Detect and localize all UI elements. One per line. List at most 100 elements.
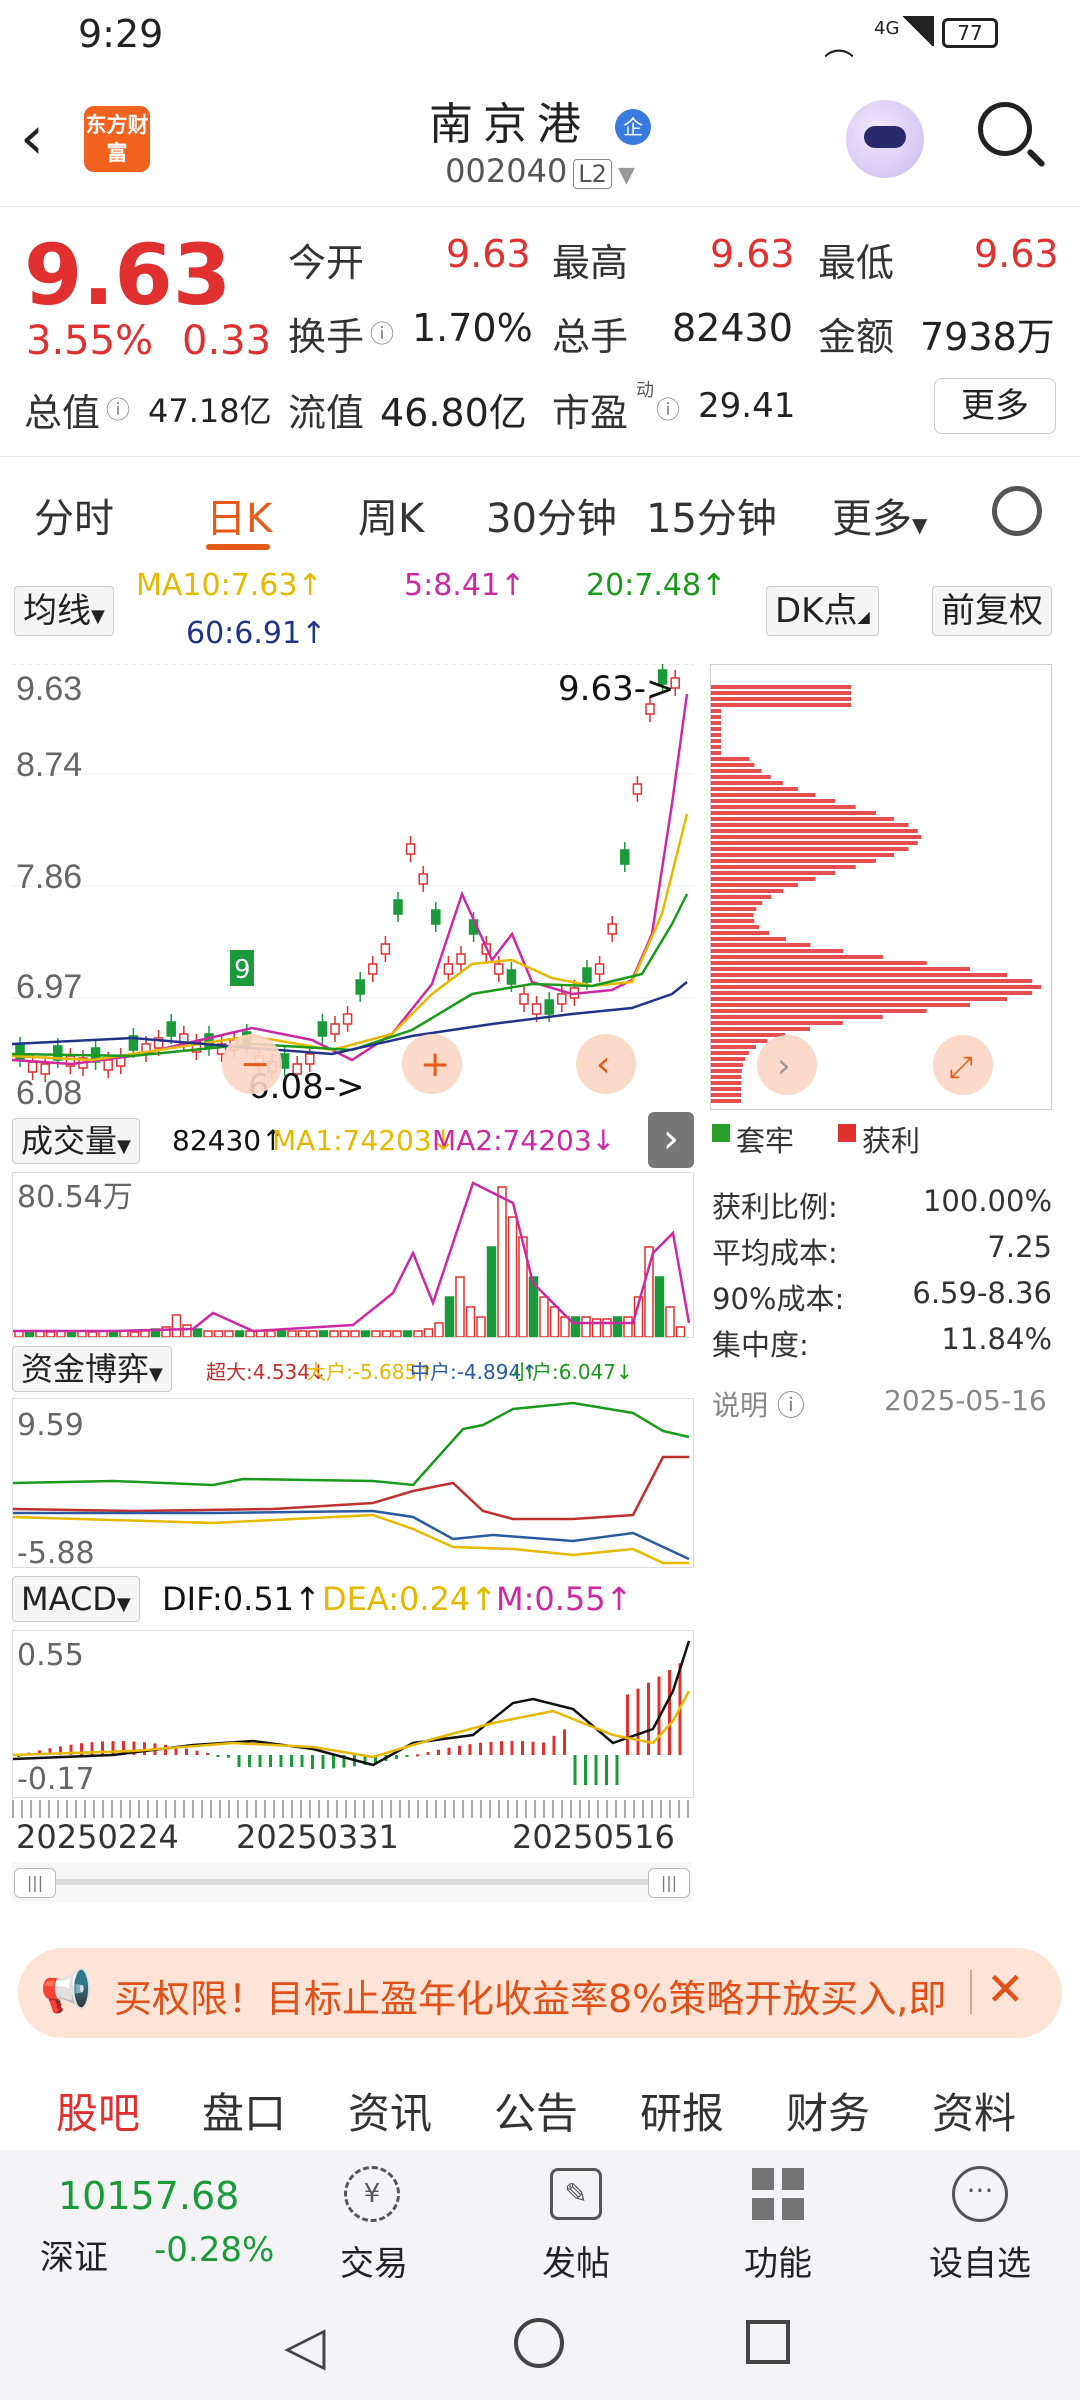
total-value-label: 总值 <box>24 391 101 435</box>
volume-ma2: MA2:74203↓ <box>432 1124 616 1157</box>
index-value: 10157.68 <box>58 2174 240 2218</box>
signal-label: 4G <box>874 18 900 39</box>
tab-orderbook[interactable]: 盘口 <box>202 2080 286 2141</box>
nav-home-icon[interactable] <box>514 2318 564 2368</box>
assistant-robot-icon[interactable] <box>846 100 924 178</box>
add-watchlist-button[interactable]: ··· 设自选 <box>920 2150 1040 2284</box>
ma-select[interactable]: 均线▼ <box>14 586 114 636</box>
macd-bar <box>279 1755 283 1767</box>
tab-15min[interactable]: 15分钟 <box>646 486 777 544</box>
tab-weekly-k[interactable]: 周K <box>358 486 424 544</box>
info-icon[interactable]: ⓘ <box>106 390 130 425</box>
gear-icon[interactable] <box>992 486 1042 536</box>
macd-bar <box>269 1755 272 1767</box>
chip-bar <box>711 853 895 857</box>
candle-body <box>317 1021 328 1037</box>
chip-bar <box>711 799 836 803</box>
nav-back-icon[interactable]: ◁ <box>284 2314 326 2377</box>
tab-profile[interactable]: 资料 <box>932 2080 1016 2141</box>
index-name: 深证 <box>40 2238 108 2278</box>
info-icon[interactable]: ⓘ <box>656 390 680 425</box>
volume-bar <box>654 1276 665 1338</box>
volume-bar <box>360 1330 371 1338</box>
range-scrollbar[interactable]: ||| ||| <box>12 1862 692 1902</box>
caret-down-icon: ▼ <box>149 1364 163 1385</box>
chip-distribution[interactable]: › ⤢ <box>710 664 1052 1110</box>
macd-bar <box>552 1735 556 1755</box>
kline-chart[interactable]: 9.63 8.74 7.86 6.97 6.08 9.63-> 6.08-> 9… <box>11 662 694 1112</box>
tab-forum[interactable]: 股吧 <box>56 2080 140 2141</box>
volume-bar <box>308 1330 318 1338</box>
chip-bar <box>711 943 811 947</box>
ma20-label: 20:7.48↑ <box>586 568 727 603</box>
chip-bar <box>711 1093 742 1097</box>
tab-finance[interactable]: 财务 <box>786 2080 870 2141</box>
volume-bar <box>276 1330 287 1338</box>
yen-icon: ¥ <box>344 2166 400 2222</box>
note-button[interactable]: 说明 ⓘ <box>712 1384 805 1424</box>
candle-body <box>27 1061 38 1073</box>
index-ticker[interactable]: 10157.68 深证 -0.28% <box>0 2150 300 2284</box>
ma5-label: 5:8.41↑ <box>404 568 526 603</box>
volume-bar <box>570 1316 581 1338</box>
more-button[interactable]: 更多 <box>934 378 1056 434</box>
dk-point-select[interactable]: DK点◢ <box>766 586 879 636</box>
tab-news[interactable]: 资讯 <box>348 2080 432 2141</box>
nav-recents-icon[interactable] <box>746 2320 790 2364</box>
chip-bar <box>711 721 721 725</box>
tab-research[interactable]: 研报 <box>640 2080 724 2141</box>
tab-more[interactable]: 更多▼ <box>832 486 927 544</box>
range-handle-left[interactable]: ||| <box>14 1868 56 1898</box>
tab-daily-k[interactable]: 日K <box>206 486 272 544</box>
chip-bar <box>711 817 895 821</box>
volume-chart[interactable]: 80.54万 <box>12 1172 694 1338</box>
search-icon[interactable] <box>978 102 1032 156</box>
volume-bar <box>192 1328 203 1338</box>
macd-chart[interactable]: 0.55 -0.17 <box>12 1630 694 1798</box>
volume-select-label: 成交量 <box>21 1122 118 1160</box>
chip-bar <box>711 775 771 779</box>
chip-bar <box>711 859 876 863</box>
candle-body <box>166 1021 176 1037</box>
macd-bar <box>321 1755 325 1769</box>
tab-30min[interactable]: 30分钟 <box>486 486 617 544</box>
candle-body <box>431 909 441 925</box>
volume-ma1: MA1:74203↓ <box>272 1124 456 1157</box>
promo-text: 买权限！目标止盈年化收益率8%策略开放买入,即 <box>114 1977 947 2021</box>
capital-select[interactable]: 资金博弈▼ <box>12 1346 172 1392</box>
function-button[interactable]: 功能 <box>718 2150 838 2284</box>
volume-select[interactable]: 成交量▼ <box>12 1118 140 1164</box>
candle-body <box>494 963 504 975</box>
stock-header: ‹ 东方财富 南京港 企 002040 L2 ▼ <box>0 72 1080 207</box>
tab-underline <box>206 544 270 550</box>
close-icon[interactable]: ✕ <box>986 1962 1025 2016</box>
macd-bar <box>636 1688 640 1755</box>
volume-bar <box>612 1316 623 1338</box>
trade-button[interactable]: ¥ 交易 <box>314 2150 434 2284</box>
total-value: 47.18亿 <box>148 392 272 430</box>
chip-bar <box>711 997 1008 1001</box>
info-icon[interactable]: ⓘ <box>370 314 394 349</box>
chip-bar <box>711 877 816 881</box>
candlesticks <box>15 662 680 1082</box>
high-value: 9.63 <box>710 232 795 276</box>
macd-bar <box>164 1744 167 1755</box>
volume-bar <box>476 1316 486 1338</box>
volume-bar <box>87 1331 98 1338</box>
tab-intraday[interactable]: 分时 <box>34 486 114 544</box>
candle-body <box>582 967 592 983</box>
post-button[interactable]: ✎ 发帖 <box>516 2150 636 2284</box>
capital-small-line <box>12 1401 690 1487</box>
float-value: 46.80亿 <box>380 391 527 435</box>
range-handle-right[interactable]: ||| <box>648 1868 690 1898</box>
macd-bar <box>573 1755 577 1785</box>
more-dots-icon: ··· <box>952 2166 1008 2222</box>
adjust-select[interactable]: 前复权 <box>932 586 1052 636</box>
promo-banner[interactable]: 📢 买权限！目标止盈年化收益率8%策略开放买入,即 ✕ <box>18 1948 1062 2038</box>
cost-date: 2025-05-16 <box>884 1384 1047 1417</box>
capital-chart[interactable]: 9.59 -5.88 <box>12 1398 694 1571</box>
tab-announcements[interactable]: 公告 <box>494 2080 578 2141</box>
macd-select[interactable]: MACD▼ <box>12 1576 140 1622</box>
collapse-panel-button[interactable]: › <box>648 1112 694 1168</box>
chip-bar <box>711 739 721 743</box>
